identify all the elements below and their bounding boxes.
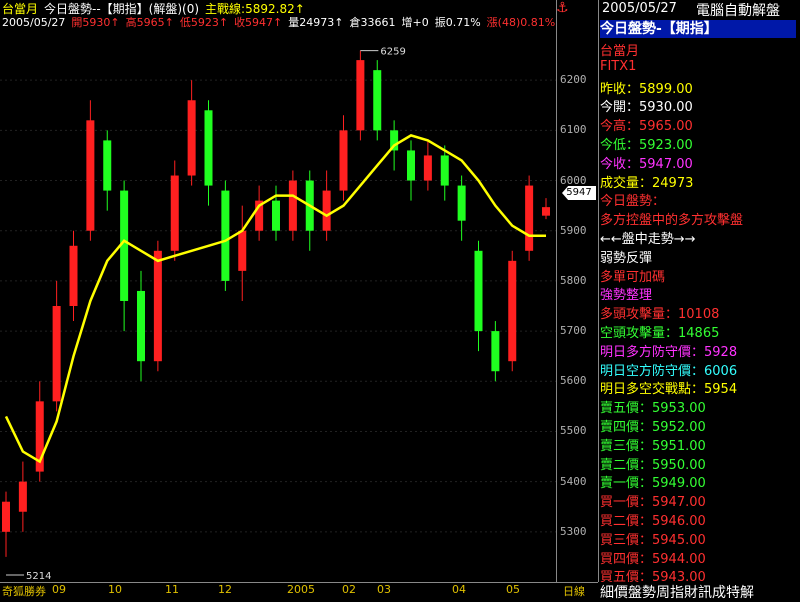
price-tick-5600: 5600 bbox=[560, 374, 587, 388]
candlestick-chart[interactable]: 6259 5214 bbox=[0, 30, 556, 582]
ticker-text: 細價盤勢周指財訊成特解 bbox=[600, 585, 754, 601]
panel-line-5: 今低：5923.00 bbox=[600, 138, 693, 153]
candle-body bbox=[407, 150, 415, 181]
panel-line-7: 成交量：24973 bbox=[600, 175, 694, 191]
candle-body bbox=[103, 140, 112, 191]
price-tick-6100: 6100 bbox=[560, 123, 587, 137]
price-tick-5400: 5400 bbox=[560, 474, 587, 488]
candle-body bbox=[52, 306, 61, 402]
header2-item-5: 量24973↑ bbox=[288, 16, 344, 29]
candle-body bbox=[187, 100, 196, 176]
bottom-ticker[interactable]: 細價盤勢周指財訊成特解 bbox=[598, 582, 800, 601]
header2-item-7: 增+0 bbox=[401, 16, 429, 29]
header2-item-8: 振0.71% bbox=[434, 16, 481, 29]
high-annotation: 6259 bbox=[380, 47, 405, 58]
header2-item-0: 2005/05/27 bbox=[2, 16, 66, 29]
current-price-flag: 5947 bbox=[562, 186, 596, 200]
panel-line-23: 賣一價：5949.00 bbox=[600, 476, 706, 492]
panel-line-0: 台當月 bbox=[600, 44, 640, 59]
candle-body bbox=[423, 155, 432, 181]
panel-line-17: 明日空方防守價：6006 bbox=[600, 363, 738, 379]
anchor-icon[interactable]: ⚓ bbox=[556, 0, 569, 16]
panel-line-16: 明日多方防守價：5928 bbox=[600, 344, 738, 360]
candle-body bbox=[288, 180, 297, 231]
panel-line-19: 賣五價：5953.00 bbox=[600, 401, 706, 417]
month-label-05: 05 bbox=[506, 583, 520, 596]
price-tick-6000: 6000 bbox=[560, 173, 587, 187]
month-label-11: 11 bbox=[165, 583, 179, 596]
price-tick-6200: 6200 bbox=[560, 73, 587, 87]
candle-body bbox=[69, 245, 78, 306]
panel-line-22: 賣二價：5950.00 bbox=[600, 457, 706, 473]
panel-line-27: 買四價：5944.00 bbox=[600, 551, 706, 567]
header2-item-9: 漲(48)0.81% bbox=[486, 16, 556, 29]
panel-section-title[interactable]: 今日盤勢-【期指】 bbox=[600, 20, 796, 38]
candle-body bbox=[322, 190, 331, 231]
candle-body bbox=[153, 250, 162, 362]
panel-line-1: FITX1 bbox=[600, 58, 637, 74]
source-label: 奇狐勝券 bbox=[2, 585, 46, 598]
header2-item-2: 高5965↑ bbox=[125, 16, 174, 29]
panel-title: 電腦自動解盤 bbox=[696, 3, 780, 19]
candle-body bbox=[18, 481, 27, 512]
panel-line-24: 買一價：5947.00 bbox=[600, 495, 706, 511]
candle-body bbox=[204, 110, 213, 186]
panel-line-10: ←←盤中走勢→→ bbox=[600, 232, 696, 247]
month-label-2005: 2005 bbox=[287, 583, 315, 596]
candle-body bbox=[339, 130, 348, 191]
candle-body bbox=[238, 230, 247, 271]
panel-date: 2005/05/27 bbox=[602, 1, 677, 16]
panel-line-11: 弱勢反彈 bbox=[600, 250, 653, 266]
panel-line-14: 多頭攻擊量：10108 bbox=[600, 307, 720, 323]
candle-body bbox=[508, 260, 517, 362]
candle-body bbox=[542, 207, 550, 216]
panel-line-8: 今日盤勢： bbox=[600, 194, 666, 210]
header2-item-4: 收5947↑ bbox=[234, 16, 283, 29]
month-label-10: 10 bbox=[108, 583, 122, 596]
month-label-04: 04 bbox=[452, 583, 466, 596]
price-tick-5800: 5800 bbox=[560, 273, 587, 287]
candle-body bbox=[457, 185, 466, 221]
panel-line-13: 強勢整理 bbox=[600, 288, 653, 304]
candle-body bbox=[170, 175, 179, 251]
panel-line-20: 賣四價：5952.00 bbox=[600, 420, 706, 435]
month-label-09: 09 bbox=[52, 583, 66, 596]
price-axis bbox=[556, 0, 599, 582]
candle-body bbox=[221, 190, 230, 281]
period-label[interactable]: 日線 bbox=[563, 583, 585, 599]
panel-line-9: 多方控盤中的多方攻擊盤 bbox=[600, 213, 744, 229]
panel-line-26: 買三價：5945.00 bbox=[600, 532, 706, 548]
header2-item-1: 開5930↑ bbox=[71, 16, 120, 29]
panel-line-15: 空頭攻擊量：14865 bbox=[600, 326, 720, 341]
candle-body bbox=[86, 120, 95, 231]
candle-body bbox=[440, 155, 449, 186]
price-tick-5300: 5300 bbox=[560, 524, 587, 538]
price-tick-5900: 5900 bbox=[560, 223, 587, 237]
candle-body bbox=[137, 290, 145, 362]
price-tick-5500: 5500 bbox=[560, 424, 587, 438]
panel-line-25: 買二價：5946.00 bbox=[600, 514, 706, 529]
panel-line-12: 多單可加碼 bbox=[600, 269, 666, 285]
panel-line-6: 今收：5947.00 bbox=[600, 156, 693, 172]
candle-body bbox=[373, 70, 382, 131]
candle-body bbox=[525, 185, 534, 251]
price-tick-5700: 5700 bbox=[560, 324, 587, 338]
panel-line-3: 今開：5930.00 bbox=[600, 100, 693, 116]
month-label-03: 03 bbox=[377, 583, 391, 596]
header2-item-6: 倉33661 bbox=[349, 16, 396, 29]
candle-body bbox=[356, 60, 365, 131]
month-label-12: 12 bbox=[218, 583, 232, 596]
panel-line-18: 明日多空交戰點：5954 bbox=[600, 382, 738, 398]
candle-body bbox=[474, 250, 483, 332]
header2-item-3: 低5923↑ bbox=[179, 16, 229, 29]
panel-line-4: 今高：5965.00 bbox=[600, 119, 693, 135]
chart-header-line2: 2005/05/27 開5930↑ 高5965↑ 低5923↑ 收5947↑ 量24973… bbox=[2, 14, 561, 30]
panel-line-2: 昨收：5899.00 bbox=[600, 81, 693, 97]
candle-body bbox=[272, 200, 280, 231]
month-label-02: 02 bbox=[342, 583, 356, 596]
candle-body bbox=[2, 501, 10, 532]
candle-body bbox=[491, 331, 500, 372]
panel-line-21: 賣三價：5951.00 bbox=[600, 438, 706, 454]
low-annotation: 5214 bbox=[26, 571, 51, 582]
